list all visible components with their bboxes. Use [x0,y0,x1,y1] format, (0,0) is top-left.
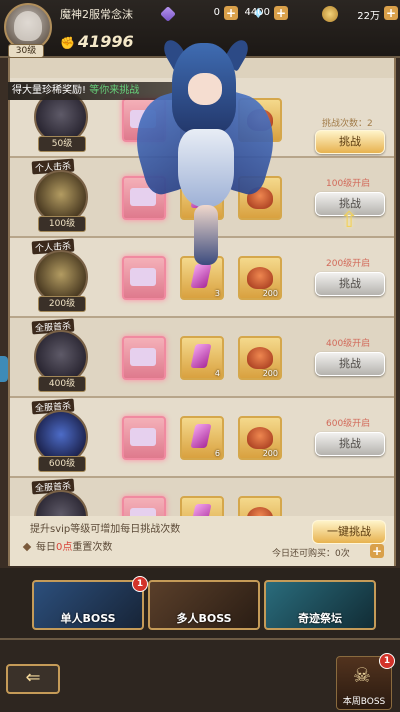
boss-level: 400级 [38,376,86,392]
add-stamina-button[interactable]: + [224,6,238,20]
reward-gem[interactable] [180,496,224,516]
reward-quantity: 6 [214,449,220,458]
svip-tip: 提升svip等级可增加每日挑战次数 [30,524,181,535]
unlock-requirement: 200级开启 [326,259,371,269]
challenge-button[interactable]: 挑战 [315,130,385,154]
stamina-resource: 0 + [160,6,238,22]
boss-level: 50级 [38,136,86,152]
reward-quantity: 200 [262,289,278,298]
challenge-button[interactable]: 挑战 [315,352,385,376]
tab-label: 多人BOSS [176,612,232,625]
bottom-bar: ⇐ ☠ 本周BOSS 1 [0,638,400,712]
player-level: 30级 [8,44,44,58]
reward-quantity: 200 [262,449,278,458]
boss-level: 200级 [38,296,86,312]
coin-resource: 22万 + [322,6,398,22]
reward-potion[interactable]: 200 [238,336,282,380]
reward-potion[interactable]: 200 [238,416,282,460]
add-coin-button[interactable]: + [384,6,398,20]
reset-prefix: 每日 [36,542,56,553]
boss-level: 600级 [38,456,86,472]
back-arrow-icon[interactable]: ⇐ [6,664,60,694]
boss-portrait[interactable] [34,490,88,516]
add-gem-button[interactable]: + [274,6,288,20]
reward-quantity: 4 [214,369,220,378]
reward-potion[interactable] [238,496,282,516]
buy-attempts-button[interactable]: + [370,544,384,558]
tab-miracle-altar[interactable]: 奇迹祭坛 [264,580,376,630]
notification-badge: 1 [379,653,395,669]
reset-time: 0点 [56,542,73,553]
tab-multi-boss[interactable]: 多人BOSS [148,580,260,630]
announcement-text: 得大量珍稀奖励! [12,85,87,96]
reward-gem[interactable]: 6 [180,416,224,460]
weekly-boss-label: 本周BOSS [342,697,386,707]
boss-row-600: 全服首杀 600级 6 200 600级开启 挑战 [10,398,394,478]
weekly-boss-button[interactable]: ☠ 本周BOSS 1 [336,653,395,710]
reward-quantity: 200 [262,369,278,378]
challenge-button[interactable]: 挑战 [315,272,385,296]
combat-power-value: 41996 [77,32,134,51]
reward-gem[interactable]: 4 [180,336,224,380]
sweep-all-button[interactable]: 一键挑战 [312,520,386,544]
gem-resource: ♦ 4400 + [245,6,332,22]
coin-value: 22万 [357,11,380,22]
hero-face [188,73,222,105]
purchase-remaining: 今日还可购买：0次 [272,549,350,559]
avatar-hair [14,11,42,41]
hero-legs [194,205,218,265]
hero-dress [178,129,234,207]
reward-quantity: 3 [214,289,220,298]
reward-ticket[interactable] [122,496,166,516]
reward-ticket[interactable] [122,336,166,380]
boss-row-400: 全服首杀 400级 4 200 400级开启 挑战 [10,318,394,398]
tab-solo-boss[interactable]: 单人BOSS 1 [32,576,148,630]
hero-character [124,35,286,270]
reward-ticket[interactable] [122,416,166,460]
announcement-tail: 等你来挑战 [89,85,140,96]
boss-row-next: 全服首杀 [10,478,394,516]
challenge-button[interactable]: 挑战 [315,432,385,456]
mode-tabs: 单人BOSS 1 多人BOSS 奇迹祭坛 [0,568,400,638]
bullet-icon [22,542,32,552]
reset-suffix: 重置次数 [72,542,113,553]
tab-label: 奇迹祭坛 [298,612,342,625]
reset-info: 每日0点重置次数 [22,538,113,553]
side-tab[interactable] [0,356,8,382]
skull-icon: ☠ [353,663,371,687]
stamina-value: 0 [213,7,220,18]
coin-icon [322,6,338,22]
info-panel: 提升svip等级可增加每日挑战次数 每日0点重置次数 一键挑战 今日还可购买：0… [8,516,396,566]
tab-label: 单人BOSS [60,612,116,625]
fist-icon: ✊ [60,36,75,50]
unlock-requirement: 100级开启 [326,179,371,189]
boss-level: 100级 [38,216,86,232]
unlock-requirement: 400级开启 [326,339,371,349]
stamina-icon [160,6,176,22]
player-name: 魔神2服常念沫 [60,8,133,21]
daily-challenge-count: 挑战次数：2 [322,119,373,129]
notification-badge: 1 [132,576,148,592]
up-arrow-icon: ⇧ [340,208,359,233]
gem-value: 4400 [244,7,270,18]
combat-power: ✊ 41996 [60,32,134,51]
unlock-requirement: 600级开启 [326,419,371,429]
